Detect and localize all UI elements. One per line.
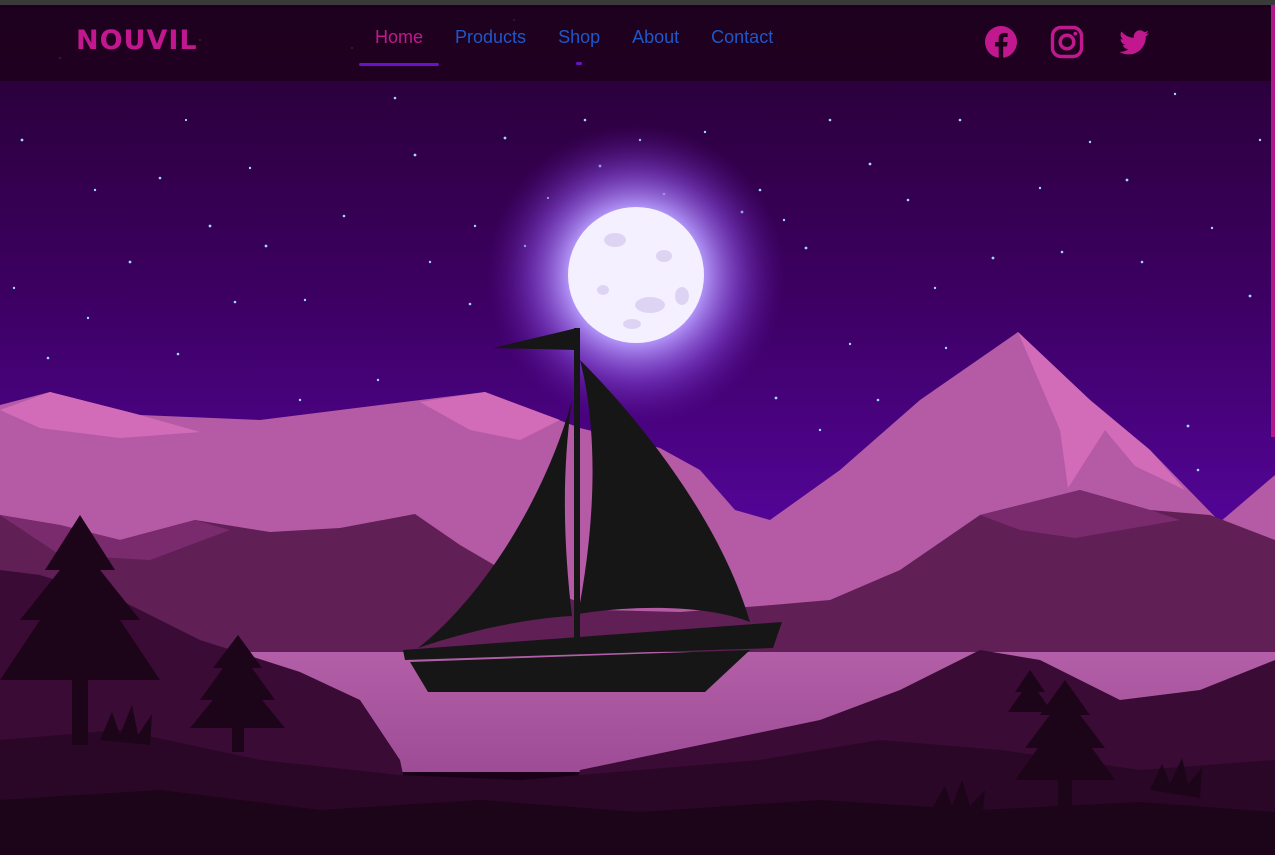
- nav-link-products[interactable]: Products: [439, 0, 542, 75]
- nav-link-shop-label: Shop: [558, 26, 601, 47]
- instagram-icon[interactable]: [1050, 25, 1084, 59]
- hero-scene: [0, 0, 1275, 855]
- nav-link-contact[interactable]: Contact: [695, 0, 789, 75]
- nav-link-products-label: Products: [455, 26, 527, 47]
- twitter-icon[interactable]: [1117, 25, 1151, 59]
- nav-link-about[interactable]: About: [616, 0, 695, 75]
- active-nav-indicator: [359, 63, 440, 66]
- nav-link-contact-label: Contact: [711, 26, 774, 47]
- nav-link-home[interactable]: Home: [359, 0, 440, 75]
- nav-link-shop[interactable]: Shop: [542, 0, 616, 75]
- navbar: NOUVIL Home Products Shop About Contact: [0, 5, 1275, 81]
- nav-link-about-label: About: [632, 26, 680, 47]
- page-scrollbar[interactable]: [1271, 5, 1275, 437]
- brand-logo[interactable]: NOUVIL: [76, 25, 198, 56]
- nav-links: Home Products Shop About Contact: [359, 5, 789, 81]
- window-top-strip: [0, 0, 1275, 5]
- page: NOUVIL Home Products Shop About Contact: [0, 0, 1275, 855]
- nav-link-home-label: Home: [375, 26, 424, 47]
- facebook-icon[interactable]: [984, 25, 1018, 59]
- nav-hover-dot: [576, 62, 583, 65]
